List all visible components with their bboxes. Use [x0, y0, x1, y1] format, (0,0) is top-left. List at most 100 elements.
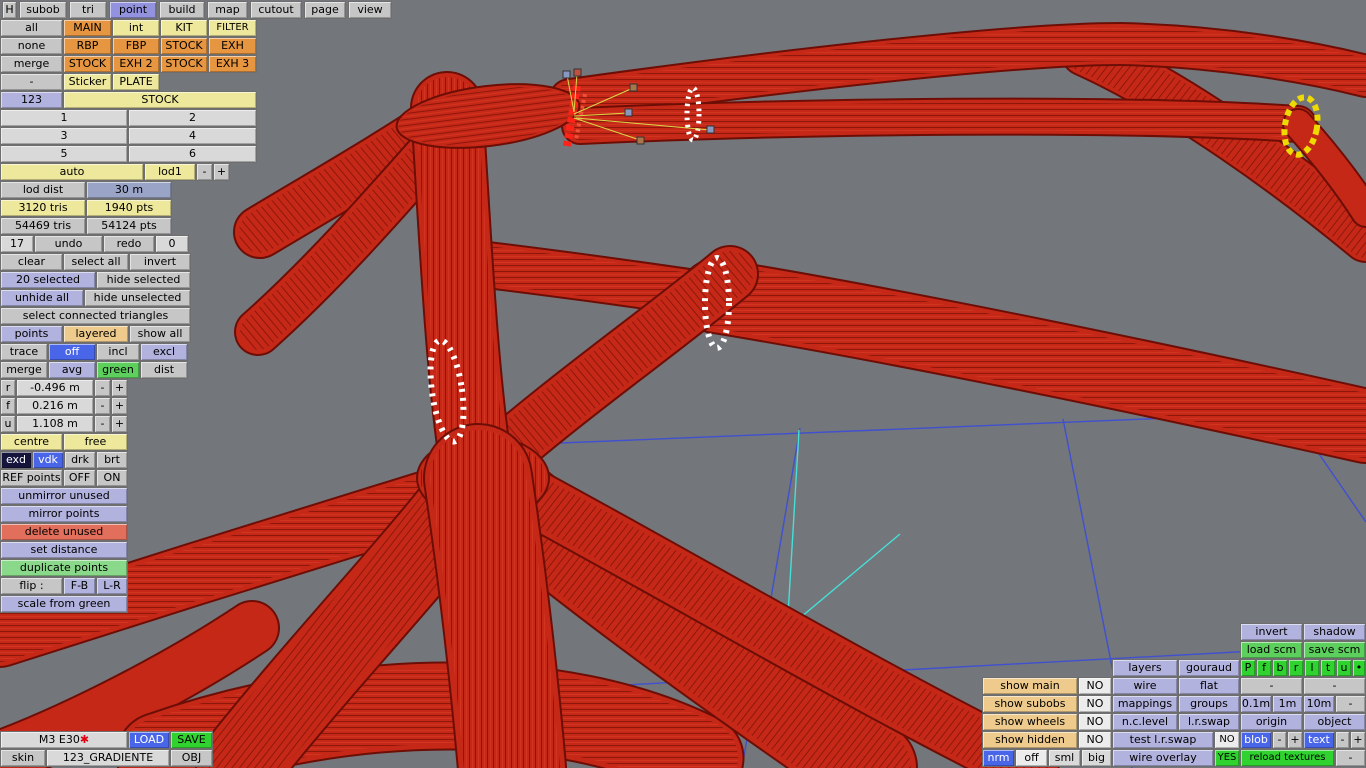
show-hidden-label[interactable]: show hidden — [982, 731, 1078, 749]
lod-plus-button[interactable]: + — [213, 163, 230, 181]
obj-button[interactable]: OBJ — [170, 749, 213, 767]
subobj-none-button[interactable]: none — [0, 37, 63, 55]
nrm-sml-button[interactable]: sml — [1048, 749, 1081, 767]
view-u-button[interactable]: u — [1336, 659, 1352, 677]
blob-plus-button[interactable]: + — [1287, 731, 1303, 749]
reload-minus-button[interactable]: - — [1335, 749, 1366, 767]
merge-avg-button[interactable]: avg — [48, 361, 96, 379]
test-lr-swap-toggle[interactable]: NO — [1214, 731, 1240, 749]
view-f-button[interactable]: f — [1256, 659, 1272, 677]
groups-button[interactable]: groups — [1178, 695, 1240, 713]
subobj-all-button[interactable]: all — [0, 19, 63, 37]
spare-minus-2[interactable]: - — [1303, 677, 1366, 695]
subobj-exh2[interactable]: EXH 2 — [112, 55, 160, 73]
page-2-button[interactable]: 2 — [128, 109, 257, 127]
free-button[interactable]: free — [63, 433, 128, 451]
trace-incl-button[interactable]: incl — [96, 343, 140, 361]
wire-overlay-button[interactable]: wire overlay — [1112, 749, 1214, 767]
coord-f-plus[interactable]: + — [111, 397, 128, 415]
nc-level-button[interactable]: n.c.level — [1112, 713, 1178, 731]
layered-button[interactable]: layered — [63, 325, 129, 343]
page-1-button[interactable]: 1 — [0, 109, 128, 127]
show-all-button[interactable]: show all — [129, 325, 191, 343]
menu-subob[interactable]: subob — [19, 1, 67, 19]
view-l-button[interactable]: l — [1304, 659, 1320, 677]
spare-minus-1[interactable]: - — [1240, 677, 1303, 695]
grid-01m-button[interactable]: 0.1m — [1240, 695, 1272, 713]
lod-minus-button[interactable]: - — [196, 163, 213, 181]
select-all-button[interactable]: select all — [63, 253, 129, 271]
lr-swap-button[interactable]: l.r.swap — [1178, 713, 1240, 731]
test-lr-swap-button[interactable]: test l.r.swap — [1112, 731, 1214, 749]
exd-button[interactable]: exd — [0, 451, 32, 469]
current-subobject-bar[interactable]: STOCK — [63, 91, 257, 109]
subobj-exh3[interactable]: EXH 3 — [208, 55, 257, 73]
grid-1m-button[interactable]: 1m — [1272, 695, 1303, 713]
nrm-off-button[interactable]: off — [1015, 749, 1048, 767]
unhide-all-button[interactable]: unhide all — [0, 289, 84, 307]
scale-from-green-button[interactable]: scale from green — [0, 595, 128, 613]
wire-button[interactable]: wire — [1112, 677, 1178, 695]
page-6-button[interactable]: 6 — [128, 145, 257, 163]
ref-on-button[interactable]: ON — [96, 469, 128, 487]
menu-build[interactable]: build — [159, 1, 205, 19]
subobj-int[interactable]: int — [112, 19, 160, 37]
flip-lr-button[interactable]: L-R — [96, 577, 128, 595]
origin-button[interactable]: origin — [1240, 713, 1303, 731]
trace-button[interactable]: trace — [0, 343, 48, 361]
load-button[interactable]: LOAD — [128, 731, 170, 749]
text-minus-button[interactable]: - — [1335, 731, 1350, 749]
lod-dist-value[interactable]: 30 m — [86, 181, 172, 199]
show-subobs-toggle[interactable]: NO — [1078, 695, 1112, 713]
subobj-main[interactable]: MAIN — [63, 19, 112, 37]
coord-r-plus[interactable]: + — [111, 379, 128, 397]
object-button[interactable]: object — [1303, 713, 1366, 731]
show-wheels-label[interactable]: show wheels — [982, 713, 1078, 731]
points-mode-button[interactable]: points — [0, 325, 63, 343]
load-scm-button[interactable]: load scm — [1240, 641, 1303, 659]
coord-f-minus[interactable]: - — [94, 397, 111, 415]
clear-button[interactable]: clear — [0, 253, 63, 271]
duplicate-points-button[interactable]: duplicate points — [0, 559, 128, 577]
subobj-kit[interactable]: KIT — [160, 19, 208, 37]
coord-r-minus[interactable]: - — [94, 379, 111, 397]
save-scm-button[interactable]: save scm — [1303, 641, 1366, 659]
invert-selection-button[interactable]: invert — [129, 253, 191, 271]
reload-textures-button[interactable]: reload textures — [1240, 749, 1335, 767]
nrm-big-button[interactable]: big — [1081, 749, 1112, 767]
show-main-toggle[interactable]: NO — [1078, 677, 1112, 695]
page-4-button[interactable]: 4 — [128, 127, 257, 145]
subobj-sticker[interactable]: Sticker — [63, 73, 112, 91]
menu-tri[interactable]: tri — [69, 1, 107, 19]
lod-auto-button[interactable]: auto — [0, 163, 144, 181]
menu-point[interactable]: point — [109, 1, 157, 19]
set-distance-button[interactable]: set distance — [0, 541, 128, 559]
show-hidden-toggle[interactable]: NO — [1078, 731, 1112, 749]
view-b-button[interactable]: b — [1272, 659, 1288, 677]
menu-view[interactable]: view — [348, 1, 392, 19]
page-5-button[interactable]: 5 — [0, 145, 128, 163]
menu-h[interactable]: H — [2, 1, 17, 19]
subobj-plate[interactable]: PLATE — [112, 73, 160, 91]
menu-page[interactable]: page — [304, 1, 346, 19]
layers-button[interactable]: layers — [1112, 659, 1178, 677]
centre-button[interactable]: centre — [0, 433, 63, 451]
page-3-button[interactable]: 3 — [0, 127, 128, 145]
view-dot-button[interactable]: • — [1352, 659, 1366, 677]
show-subobs-label[interactable]: show subobs — [982, 695, 1078, 713]
select-connected-button[interactable]: select connected triangles — [0, 307, 191, 325]
lod-level[interactable]: lod1 — [144, 163, 196, 181]
coord-f-value[interactable]: 0.216 m — [16, 397, 94, 415]
merge-points-button[interactable]: merge — [0, 361, 48, 379]
subobj-stock[interactable]: STOCK — [160, 37, 208, 55]
mirror-points-button[interactable]: mirror points — [0, 505, 128, 523]
blob-minus-button[interactable]: - — [1272, 731, 1287, 749]
wire-overlay-toggle[interactable]: YES — [1214, 749, 1240, 767]
flat-button[interactable]: flat — [1178, 677, 1240, 695]
merge-dist-button[interactable]: dist — [140, 361, 188, 379]
hide-unselected-button[interactable]: hide unselected — [84, 289, 191, 307]
coord-u-minus[interactable]: - — [94, 415, 111, 433]
subobj-merge-button[interactable]: merge — [0, 55, 63, 73]
invert-normals-button[interactable]: invert — [1240, 623, 1303, 641]
page-123-button[interactable]: 123 — [0, 91, 63, 109]
